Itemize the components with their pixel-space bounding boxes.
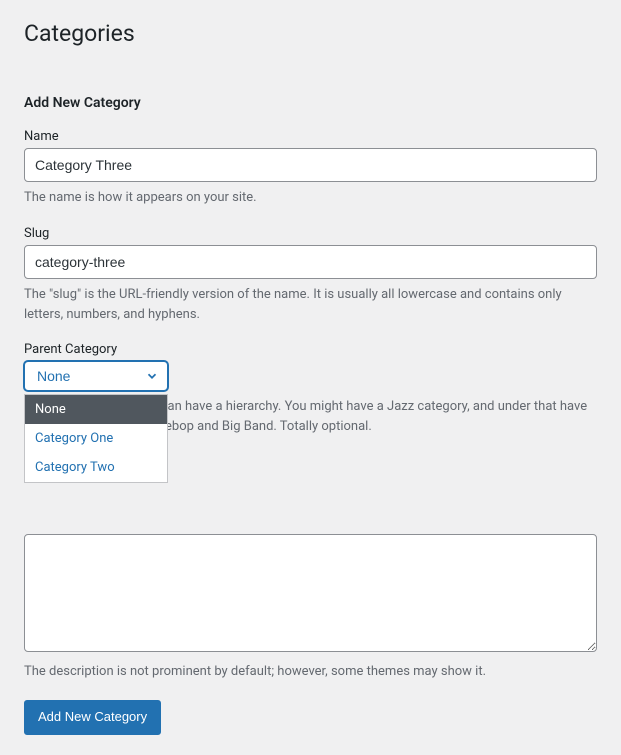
slug-label: Slug — [24, 226, 597, 241]
page-title: Categories — [24, 20, 597, 47]
parent-option-none[interactable]: None — [25, 395, 167, 424]
parent-selected-value: None — [37, 368, 70, 384]
description-field-wrapper: The description is not prominent by defa… — [24, 454, 597, 682]
name-input[interactable] — [24, 148, 597, 182]
parent-option-two[interactable]: Category Two — [25, 453, 167, 482]
parent-label: Parent Category — [24, 342, 597, 357]
chevron-down-icon — [145, 369, 159, 383]
name-help: The name is how it appears on your site. — [24, 188, 597, 208]
parent-option-one[interactable]: Category One — [25, 424, 167, 453]
description-help: The description is not prominent by defa… — [24, 662, 597, 682]
slug-field-wrapper: Slug The "slug" is the URL-friendly vers… — [24, 226, 597, 324]
add-category-button[interactable]: Add New Category — [24, 700, 161, 735]
parent-field-wrapper: Parent Category None None Category One C… — [24, 342, 597, 436]
slug-input[interactable] — [24, 245, 597, 279]
parent-select[interactable]: None — [24, 361, 168, 391]
name-field-wrapper: Name The name is how it appears on your … — [24, 129, 597, 208]
slug-help: The "slug" is the URL-friendly version o… — [24, 285, 597, 324]
parent-dropdown-list: None Category One Category Two — [24, 394, 168, 483]
section-heading: Add New Category — [24, 95, 597, 111]
description-textarea[interactable] — [24, 534, 597, 652]
name-label: Name — [24, 129, 597, 144]
